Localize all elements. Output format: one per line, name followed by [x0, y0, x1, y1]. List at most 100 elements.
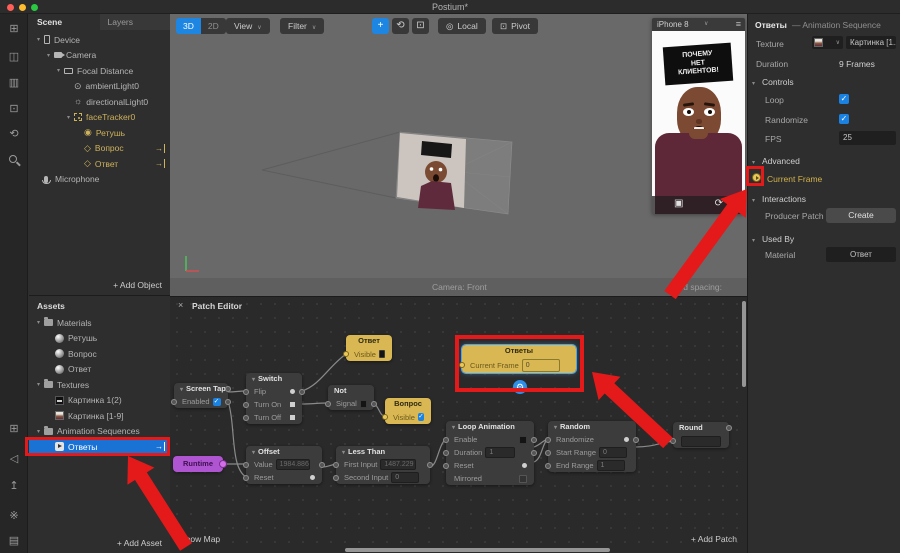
- frame-icon[interactable]: ⊡: [0, 100, 28, 118]
- card-icon[interactable]: ▤: [0, 532, 28, 550]
- loop-checkbox[interactable]: [839, 94, 849, 104]
- scene-item-microphone[interactable]: Microphone: [29, 172, 170, 188]
- pivot-toggle-button[interactable]: ⊡Pivot: [492, 18, 538, 34]
- camera-flip-icon[interactable]: ⟳: [715, 198, 723, 209]
- input-port[interactable]: [443, 437, 449, 443]
- add-asset-button[interactable]: + Add Asset: [117, 538, 162, 548]
- value-box[interactable]: [379, 350, 385, 358]
- chevron-down-icon[interactable]: [704, 20, 708, 27]
- input-port[interactable]: [670, 438, 676, 444]
- asset-material-retouch[interactable]: Ретушь: [29, 331, 170, 347]
- output-port[interactable]: [531, 437, 537, 443]
- patch-switch[interactable]: Switch Flip Turn On Turn Off: [246, 373, 302, 424]
- enable-box[interactable]: [519, 436, 527, 444]
- rotate-tool-button[interactable]: ⟲: [392, 18, 409, 34]
- output-port[interactable]: [427, 462, 433, 468]
- input-port[interactable]: [545, 450, 551, 456]
- patch-offset[interactable]: Offset Value1984.886 Reset: [246, 446, 322, 484]
- add-folder-icon[interactable]: ⊞: [0, 420, 28, 438]
- scene-item-camera[interactable]: Camera: [29, 48, 170, 64]
- tab-scene[interactable]: Scene: [29, 14, 100, 30]
- sync-icon[interactable]: ⟲: [0, 125, 28, 143]
- used-by-section[interactable]: Used By: [752, 234, 794, 244]
- output-port[interactable]: [531, 450, 537, 456]
- scene-item-facetracker[interactable]: faceTracker0: [29, 110, 170, 126]
- show-map-button[interactable]: Show Map: [180, 534, 220, 544]
- asset-texture-kartinka-1-2[interactable]: Картинка 1(2): [29, 393, 170, 409]
- input-port[interactable]: [243, 402, 249, 408]
- patch-random[interactable]: Random Randomize Start Range0 End Range1: [548, 421, 636, 472]
- export-icon[interactable]: ↥: [0, 477, 28, 495]
- interactions-section[interactable]: Interactions: [752, 194, 806, 204]
- patch-loop-animation[interactable]: Loop Animation Enable Duration1 Reset Mi…: [446, 421, 534, 485]
- input-port[interactable]: [171, 399, 177, 405]
- asset-material-otvet[interactable]: Ответ: [29, 362, 170, 378]
- controls-section[interactable]: Controls: [752, 77, 794, 87]
- camera-capture-icon[interactable]: ▣: [674, 198, 683, 209]
- visible-checkbox[interactable]: [418, 413, 424, 421]
- output-port[interactable]: [633, 437, 639, 443]
- patch-runtime[interactable]: Runtime: [173, 456, 223, 472]
- output-port[interactable]: [299, 389, 305, 395]
- view-dropdown[interactable]: View: [226, 18, 270, 34]
- start-range-input[interactable]: 0: [599, 447, 627, 458]
- patch-vopros[interactable]: Вопрос Visible: [385, 398, 431, 424]
- scale-tool-button[interactable]: ⊡: [412, 18, 429, 34]
- assets-folder-materials[interactable]: Materials: [29, 315, 170, 331]
- mode-2d-button[interactable]: 2D: [201, 18, 226, 34]
- filter-dropdown[interactable]: Filter: [280, 18, 324, 34]
- duration-input[interactable]: 1: [485, 447, 515, 458]
- input-port[interactable]: [243, 389, 249, 395]
- scene-item-focal-distance[interactable]: Focal Distance: [29, 63, 170, 79]
- input-port[interactable]: [333, 475, 339, 481]
- patch-screen-tap[interactable]: Screen Tap Enabled: [174, 383, 228, 408]
- texture-value[interactable]: Картинка [1...: [846, 36, 896, 49]
- scene-item-ambient-light[interactable]: ⊙ambientLight0: [29, 79, 170, 95]
- device-dropdown[interactable]: iPhone 8: [657, 20, 689, 29]
- output-port[interactable]: [726, 425, 732, 431]
- end-range-input[interactable]: 1: [597, 460, 625, 471]
- advanced-section[interactable]: Advanced: [752, 156, 800, 166]
- input-port[interactable]: [545, 437, 551, 443]
- input-port[interactable]: [243, 462, 249, 468]
- move-tool-button[interactable]: +: [372, 18, 389, 34]
- output-port[interactable]: [219, 460, 227, 468]
- output-port[interactable]: [319, 462, 325, 468]
- output-port[interactable]: [225, 399, 231, 405]
- video-icon[interactable]: ◫: [0, 48, 28, 66]
- input-port[interactable]: [343, 351, 349, 357]
- layout-icon[interactable]: ⊞: [0, 20, 28, 38]
- patch-less-than[interactable]: Less Than First Input1487.229 Second Inp…: [336, 446, 430, 484]
- local-toggle-button[interactable]: ◎Local: [438, 18, 486, 34]
- input-port[interactable]: [325, 401, 331, 407]
- scene-item-retouch[interactable]: ◉Ретушь: [29, 125, 170, 141]
- input-port[interactable]: [443, 450, 449, 456]
- pulse-widget[interactable]: [290, 415, 295, 420]
- input-port[interactable]: [333, 462, 339, 468]
- simulator-menu-icon[interactable]: [736, 19, 741, 29]
- patch-not[interactable]: Not Signal: [328, 385, 374, 410]
- input-port[interactable]: [243, 475, 249, 481]
- input-port[interactable]: [243, 415, 249, 421]
- vertical-scrollbar[interactable]: [742, 301, 746, 387]
- add-patch-button[interactable]: + Add Patch: [691, 534, 737, 544]
- output-port[interactable]: [371, 401, 377, 407]
- tab-layers[interactable]: Layers: [100, 14, 171, 30]
- pulse-widget[interactable]: [290, 402, 295, 407]
- add-object-button[interactable]: + Add Object: [113, 280, 162, 290]
- split-view-icon[interactable]: ▥: [0, 74, 28, 92]
- scene-item-device[interactable]: Device: [29, 32, 170, 48]
- mirrored-checkbox[interactable]: [519, 475, 527, 483]
- asset-texture-kartinka-1-9[interactable]: Картинка [1-9]: [29, 408, 170, 424]
- patch-round[interactable]: Round: [673, 422, 729, 448]
- input-port[interactable]: [443, 463, 449, 469]
- horizontal-scrollbar[interactable]: [345, 548, 610, 552]
- create-producer-patch-button[interactable]: Create: [826, 208, 896, 223]
- material-value[interactable]: Ответ: [826, 247, 896, 262]
- scene-item-otvet[interactable]: ◇Ответ: [29, 156, 170, 172]
- second-input-value[interactable]: 0: [391, 472, 419, 483]
- randomize-checkbox[interactable]: [839, 114, 849, 124]
- search-icon[interactable]: [9, 155, 17, 163]
- assets-folder-textures[interactable]: Textures: [29, 377, 170, 393]
- asset-material-vopros[interactable]: Вопрос: [29, 346, 170, 362]
